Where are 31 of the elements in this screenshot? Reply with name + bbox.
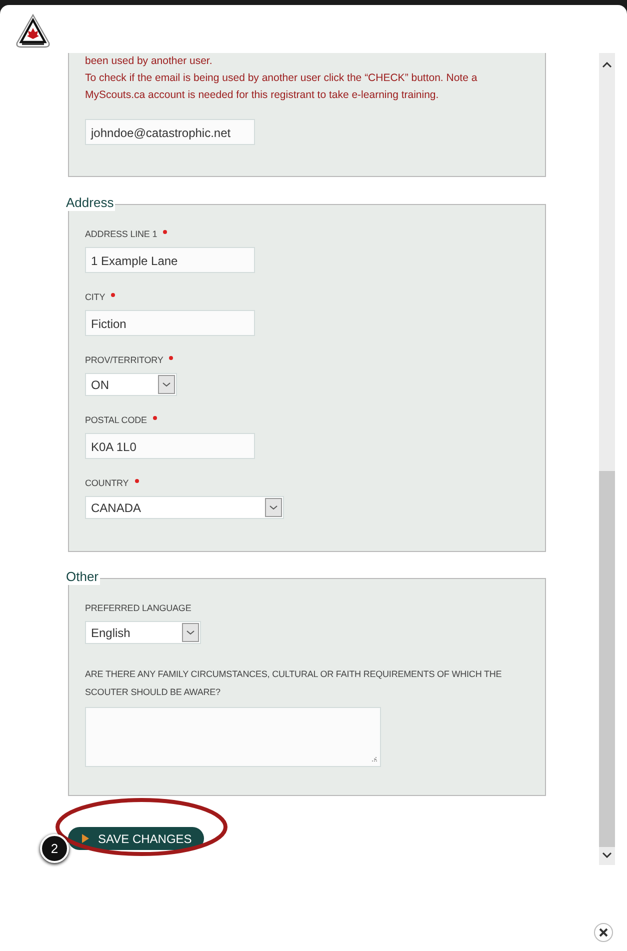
notice-text: been used by another user. [85, 54, 214, 69]
field-label: PROV/TERRITORY [85, 355, 164, 365]
caret-icon [162, 382, 171, 387]
close-button[interactable] [594, 923, 613, 942]
field-label: CITY [85, 292, 106, 302]
field-label: ADDRESS LINE 1 [85, 229, 158, 239]
scrollbar-thumb[interactable] [599, 471, 615, 847]
notice-text: To check if the email is being used by another user click the “CHECK” button. Note a MyScouts.ca account is needed for this registrant to take e-learning training. [85, 71, 478, 103]
scroll-up-icon[interactable] [602, 62, 612, 68]
dropdown[interactable]: ON [85, 373, 177, 396]
scroll-down-icon[interactable] [602, 852, 612, 858]
caret-icon [186, 630, 195, 635]
email-field[interactable]: johndoe@catastrophic.net [85, 119, 255, 145]
logo-icon [15, 13, 51, 49]
save-changes-button[interactable]: SAVE CHANGES [68, 827, 204, 850]
dropdown[interactable]: CANADA [85, 496, 284, 519]
section-legend: Address [66, 195, 115, 211]
field-label: COUNTRY [85, 478, 129, 488]
step-number: 2 [40, 834, 69, 863]
dropdown[interactable]: English [85, 621, 201, 644]
field-label: POSTAL CODE [85, 415, 147, 425]
field-label: PREFERRED LANGUAGE [85, 603, 192, 613]
caret-icon [269, 505, 278, 510]
text-field[interactable]: 1 Example Lane [85, 247, 255, 273]
text-field[interactable]: Fiction [85, 310, 255, 336]
play-icon [82, 834, 89, 843]
section-legend: Other [66, 569, 100, 585]
close-icon [599, 928, 608, 937]
text-field[interactable]: K0A 1L0 [85, 433, 255, 459]
resize-grip-icon [370, 756, 377, 763]
field-label: ARE THERE ANY FAMILY CIRCUMSTANCES, CULTURAL OR FAITH REQUIREMENTS OF WHICH THE SCOUTER SHOULD BE AWARE? [85, 669, 502, 697]
